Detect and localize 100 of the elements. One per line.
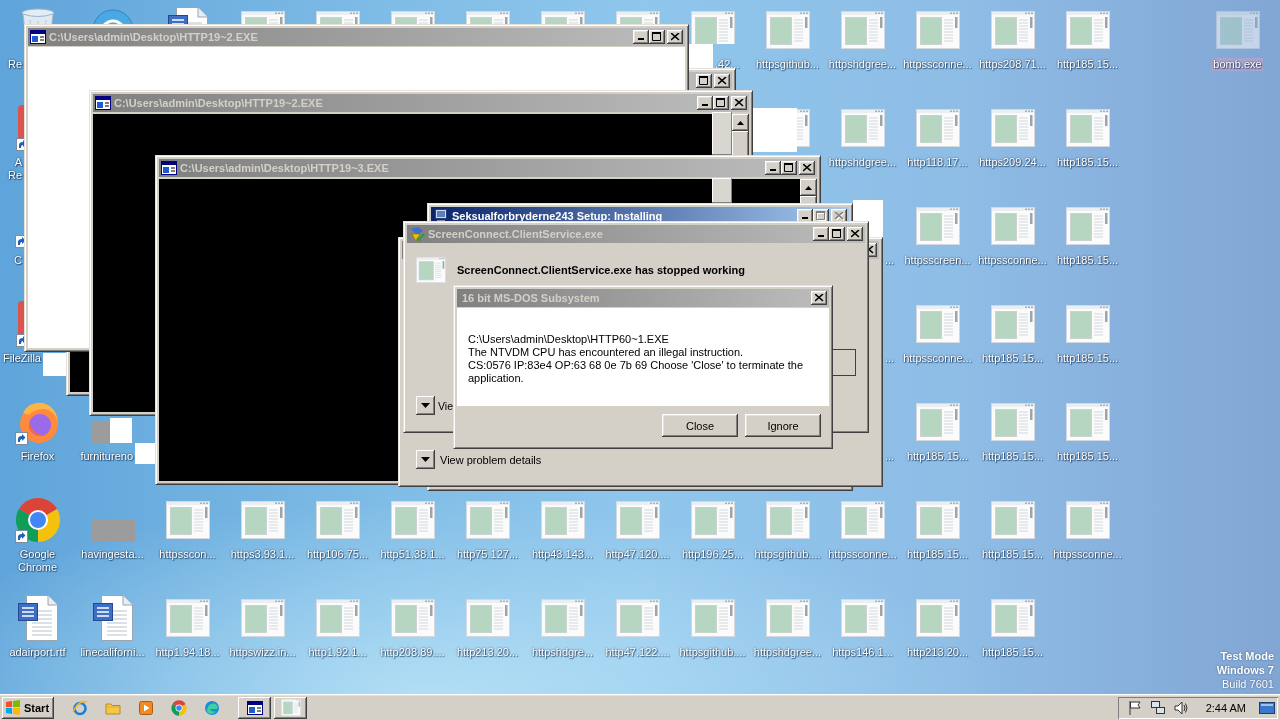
program-window-icon[interactable]: [915, 11, 960, 49]
desktop-icon-label[interactable]: https3.93.1...: [229, 548, 296, 561]
browser-ring-icon[interactable]: [72, 699, 89, 716]
program-window-icon[interactable]: [165, 501, 210, 539]
desktop-icon-label[interactable]: linecaliforni...: [79, 646, 146, 659]
program-window-icon[interactable]: [990, 599, 1035, 637]
program-window-icon[interactable]: [840, 599, 885, 637]
program-window-icon[interactable]: [615, 501, 660, 539]
program-window-icon[interactable]: [315, 599, 360, 637]
desktop-icon-label[interactable]: ...: [884, 352, 896, 365]
program-window-icon[interactable]: [1065, 207, 1110, 245]
program-window-icon[interactable]: [390, 501, 435, 539]
program-window-icon[interactable]: [1065, 403, 1110, 441]
minimize-button[interactable]: [697, 96, 713, 110]
desktop-icon-label[interactable]: http185.15...: [980, 352, 1045, 365]
dialog-button[interactable]: Ignore: [745, 414, 821, 437]
program-window-icon[interactable]: [465, 11, 510, 24]
maximize-button[interactable]: [713, 96, 729, 110]
desktop-icon-label[interactable]: httpssconne...: [902, 58, 973, 71]
program-window-icon[interactable]: [315, 11, 360, 24]
desktop-icon-label[interactable]: http213.20...: [905, 646, 970, 659]
desktop-icon-label[interactable]: havingesta...: [80, 548, 145, 561]
close-button[interactable]: [847, 227, 863, 241]
desktop-icon-label[interactable]: http185.15...: [1055, 254, 1120, 267]
desktop-icon-label[interactable]: C: [13, 254, 23, 267]
desktop-icon-label[interactable]: Re: [6, 58, 23, 71]
desktop-icon-label[interactable]: httpsscreen...: [903, 254, 972, 267]
desktop-icon-label[interactable]: http185.15...: [1055, 450, 1120, 463]
program-window-icon[interactable]: [990, 207, 1035, 245]
desktop-icon-label[interactable]: A Re: [6, 156, 23, 182]
desktop-icon-label[interactable]: http185.15...: [905, 450, 970, 463]
maximize-button[interactable]: [781, 161, 797, 175]
show-desktop-icon[interactable]: [1259, 701, 1275, 714]
program-window-icon[interactable]: [797, 109, 810, 147]
desktop-icon-label[interactable]: https146.1...: [831, 646, 894, 659]
desktop-icon-label[interactable]: http1.92.1...: [307, 646, 368, 659]
up-arrow-icon[interactable]: [737, 120, 744, 125]
desktop-icon-label[interactable]: FileZilla: [2, 352, 42, 365]
program-window-icon[interactable]: [765, 11, 810, 49]
desktop-icon-label[interactable]: http75.127...: [455, 548, 520, 561]
program-window-icon[interactable]: [240, 501, 285, 539]
desktop-icon-label[interactable]: adairport.rtf: [8, 646, 67, 659]
desktop-icon-label[interactable]: http51.38.1...: [379, 548, 446, 561]
desktop-icon-label[interactable]: httpshdgree...: [752, 646, 823, 659]
taskbar-button[interactable]: [274, 696, 308, 719]
desktop-icon-label[interactable]: furnitureno: [79, 450, 134, 463]
program-window-icon[interactable]: [1065, 11, 1110, 49]
desktop-icon-label[interactable]: http47.120....: [604, 548, 671, 561]
details-link[interactable]: View problem details: [440, 453, 542, 466]
details-link[interactable]: Vie: [438, 399, 453, 412]
desktop-icon-label[interactable]: http43.143...: [530, 548, 595, 561]
desktop-icon-label[interactable]: http185.15...: [1055, 156, 1120, 169]
program-window-icon[interactable]: [915, 305, 960, 343]
minimize-button[interactable]: [633, 30, 649, 44]
program-window-icon[interactable]: [915, 403, 960, 441]
desktop-icon-label[interactable]: http185.15...: [980, 548, 1045, 561]
program-window-icon[interactable]: [990, 109, 1035, 147]
program-window-icon[interactable]: [690, 11, 735, 44]
program-window-icon[interactable]: [390, 11, 435, 24]
blank-thumbnail-icon[interactable]: [90, 421, 110, 444]
program-window-icon[interactable]: [915, 501, 960, 539]
flag-icon[interactable]: [1126, 699, 1143, 716]
desktop-icon-label[interactable]: http196.25...: [680, 548, 745, 561]
document-icon[interactable]: [167, 7, 208, 24]
desktop-icon-label[interactable]: ...: [884, 254, 896, 267]
taskbar-button[interactable]: [238, 696, 272, 719]
desktop-icon-label[interactable]: httpshdgree...: [827, 156, 898, 169]
program-window-icon[interactable]: [315, 501, 360, 539]
program-window-icon[interactable]: [165, 599, 210, 637]
program-window-icon[interactable]: [240, 599, 285, 637]
program-window-icon[interactable]: [990, 11, 1035, 49]
desktop-icon-label[interactable]: httpshdgree...: [827, 58, 898, 71]
desktop-icon-label[interactable]: http185.15...: [905, 548, 970, 561]
close-button[interactable]: [667, 30, 683, 44]
program-window-icon[interactable]: [915, 207, 960, 245]
media-player-icon[interactable]: [138, 699, 155, 716]
desktop-icon-label[interactable]: http118.17...: [906, 156, 969, 169]
program-window-icon[interactable]: [990, 501, 1035, 539]
desktop-icon-label[interactable]: Google Chrome: [0, 548, 75, 574]
desktop-icon-label[interactable]: bomb.exe: [1212, 58, 1263, 71]
desktop-icon-label[interactable]: http185.15...: [1055, 352, 1120, 365]
maximize-button[interactable]: [649, 30, 665, 44]
desktop-icon-label[interactable]: https208.71...: [978, 58, 1047, 71]
wave-browser-icon[interactable]: [204, 699, 221, 716]
maximize-button[interactable]: [696, 74, 712, 88]
desktop-icon-label[interactable]: http47.122....: [604, 646, 671, 659]
program-window-icon[interactable]: [1065, 109, 1110, 147]
maximize-button[interactable]: [829, 227, 845, 241]
minimize-button[interactable]: [813, 227, 829, 241]
minimize-button[interactable]: [765, 161, 781, 175]
program-window-icon[interactable]: [840, 11, 885, 49]
desktop-icon-label[interactable]: httpswizz.in...: [228, 646, 297, 659]
desktop-icon-label[interactable]: http185.15...: [980, 450, 1045, 463]
desktop-icon-label[interactable]: .42...: [714, 58, 741, 71]
clock[interactable]: 2:44 AM: [1205, 701, 1246, 714]
start-button[interactable]: Start: [2, 696, 55, 719]
desktop-icon-label[interactable]: httpsscon...: [158, 548, 217, 561]
program-window-icon[interactable]: [915, 599, 960, 637]
document-icon[interactable]: [92, 595, 133, 641]
program-window-icon[interactable]: [1215, 11, 1260, 49]
